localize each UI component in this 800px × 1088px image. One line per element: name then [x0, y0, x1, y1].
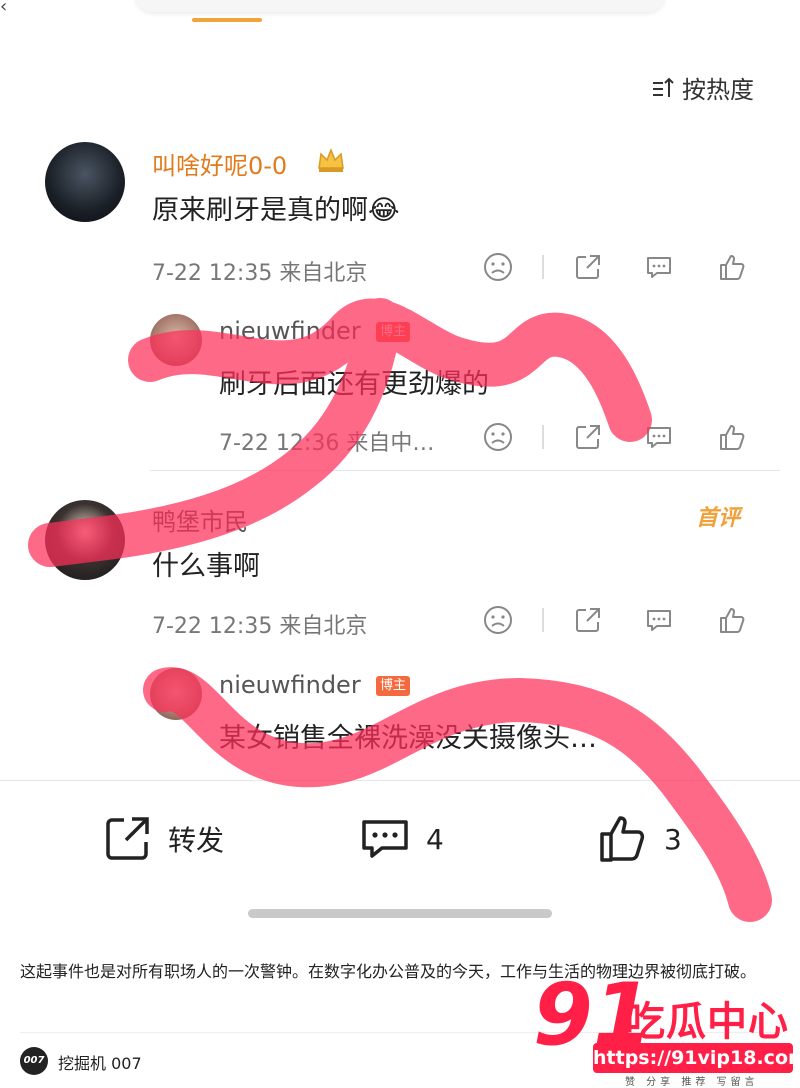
repost-icon [106, 817, 149, 860]
comment-icon [647, 610, 671, 631]
like-button[interactable] [716, 251, 748, 283]
share-button[interactable] [572, 251, 604, 283]
watermark-url: https://91vip18.com [593, 1043, 800, 1073]
like-button[interactable] [716, 604, 748, 636]
sad-face-icon [484, 253, 512, 281]
source-logo[interactable]: 007 [20, 1047, 48, 1075]
share-button[interactable] [572, 604, 604, 636]
search-bar[interactable] [135, 0, 665, 12]
reply-username[interactable]: nieuwfinder [219, 671, 361, 699]
source-name[interactable]: 挖掘机 007 [58, 1050, 142, 1074]
reply-button[interactable] [643, 604, 675, 636]
thumbs-up-icon [600, 816, 645, 862]
comment-text: 什么事啊 [152, 551, 260, 582]
reply-text: 某女销售全裸洗澡没关摄像头… [219, 723, 597, 754]
home-indicator[interactable] [248, 909, 552, 918]
avatar[interactable] [150, 314, 202, 366]
back-icon[interactable]: ‹ [0, 0, 7, 17]
active-tab-indicator [192, 18, 262, 22]
comment-text: 原来刷牙是真的啊😂 [152, 195, 400, 226]
comment-meta: 7-22 12:35 来自北京 [152, 614, 368, 639]
divider [542, 255, 544, 279]
avatar[interactable] [45, 500, 125, 580]
thumbs-up-icon [720, 425, 745, 450]
first-comment-tag: 首评 [696, 506, 741, 531]
comment-username[interactable]: 鸭堡市民 [152, 502, 248, 537]
share-icon [576, 608, 600, 632]
reply-text: 刷牙后面还有更劲爆的 [219, 369, 489, 400]
repost-button[interactable]: 转发 [100, 812, 224, 866]
share-icon [576, 425, 600, 449]
share-button[interactable] [572, 421, 604, 453]
like-count: 3 [664, 822, 682, 856]
comment-icon [362, 820, 408, 858]
reply-meta: 7-22 12:36 来自中… [219, 431, 435, 456]
comment-meta: 7-22 12:35 来自北京 [152, 261, 368, 286]
reply-button[interactable] [643, 421, 675, 453]
sort-toggle[interactable]: 按热度 [650, 70, 754, 105]
like-button[interactable] [716, 421, 748, 453]
avatar[interactable] [150, 668, 202, 720]
author-badge: 博主 [376, 322, 411, 342]
like-count-button[interactable]: 3 [596, 812, 682, 866]
author-badge: 博主 [376, 676, 411, 696]
comment-icon [647, 257, 671, 278]
divider [542, 425, 544, 449]
divider [150, 470, 780, 471]
crown-badge-icon [318, 147, 344, 172]
reply-button[interactable] [643, 251, 675, 283]
avatar[interactable] [45, 142, 125, 222]
sort-icon [653, 77, 674, 97]
share-icon [576, 255, 600, 279]
sad-face-icon [484, 423, 512, 451]
divider [542, 608, 544, 632]
dislike-button[interactable] [482, 251, 514, 283]
watermark: 91 吃瓜中心 https://91vip18.com 赞 分享 推荐 写留言 [525, 965, 800, 1088]
comment-username[interactable]: 叫啥好呢0-0 [152, 146, 287, 181]
dislike-button[interactable] [482, 604, 514, 636]
dislike-button[interactable] [482, 421, 514, 453]
watermark-footer: 赞 分享 推荐 写留言 [625, 1077, 759, 1088]
comment-icon [647, 427, 671, 448]
comment-count-button[interactable]: 4 [358, 812, 444, 866]
comment-count: 4 [426, 822, 444, 856]
thumbs-up-icon [720, 255, 745, 280]
repost-label: 转发 [168, 824, 225, 857]
bottom-bar-divider [0, 780, 800, 781]
watermark-title: 吃瓜中心 [625, 999, 789, 1045]
sad-face-icon [484, 606, 512, 634]
sort-label: 按热度 [682, 76, 754, 104]
reply-username[interactable]: nieuwfinder [219, 317, 361, 345]
thumbs-up-icon [720, 608, 745, 633]
